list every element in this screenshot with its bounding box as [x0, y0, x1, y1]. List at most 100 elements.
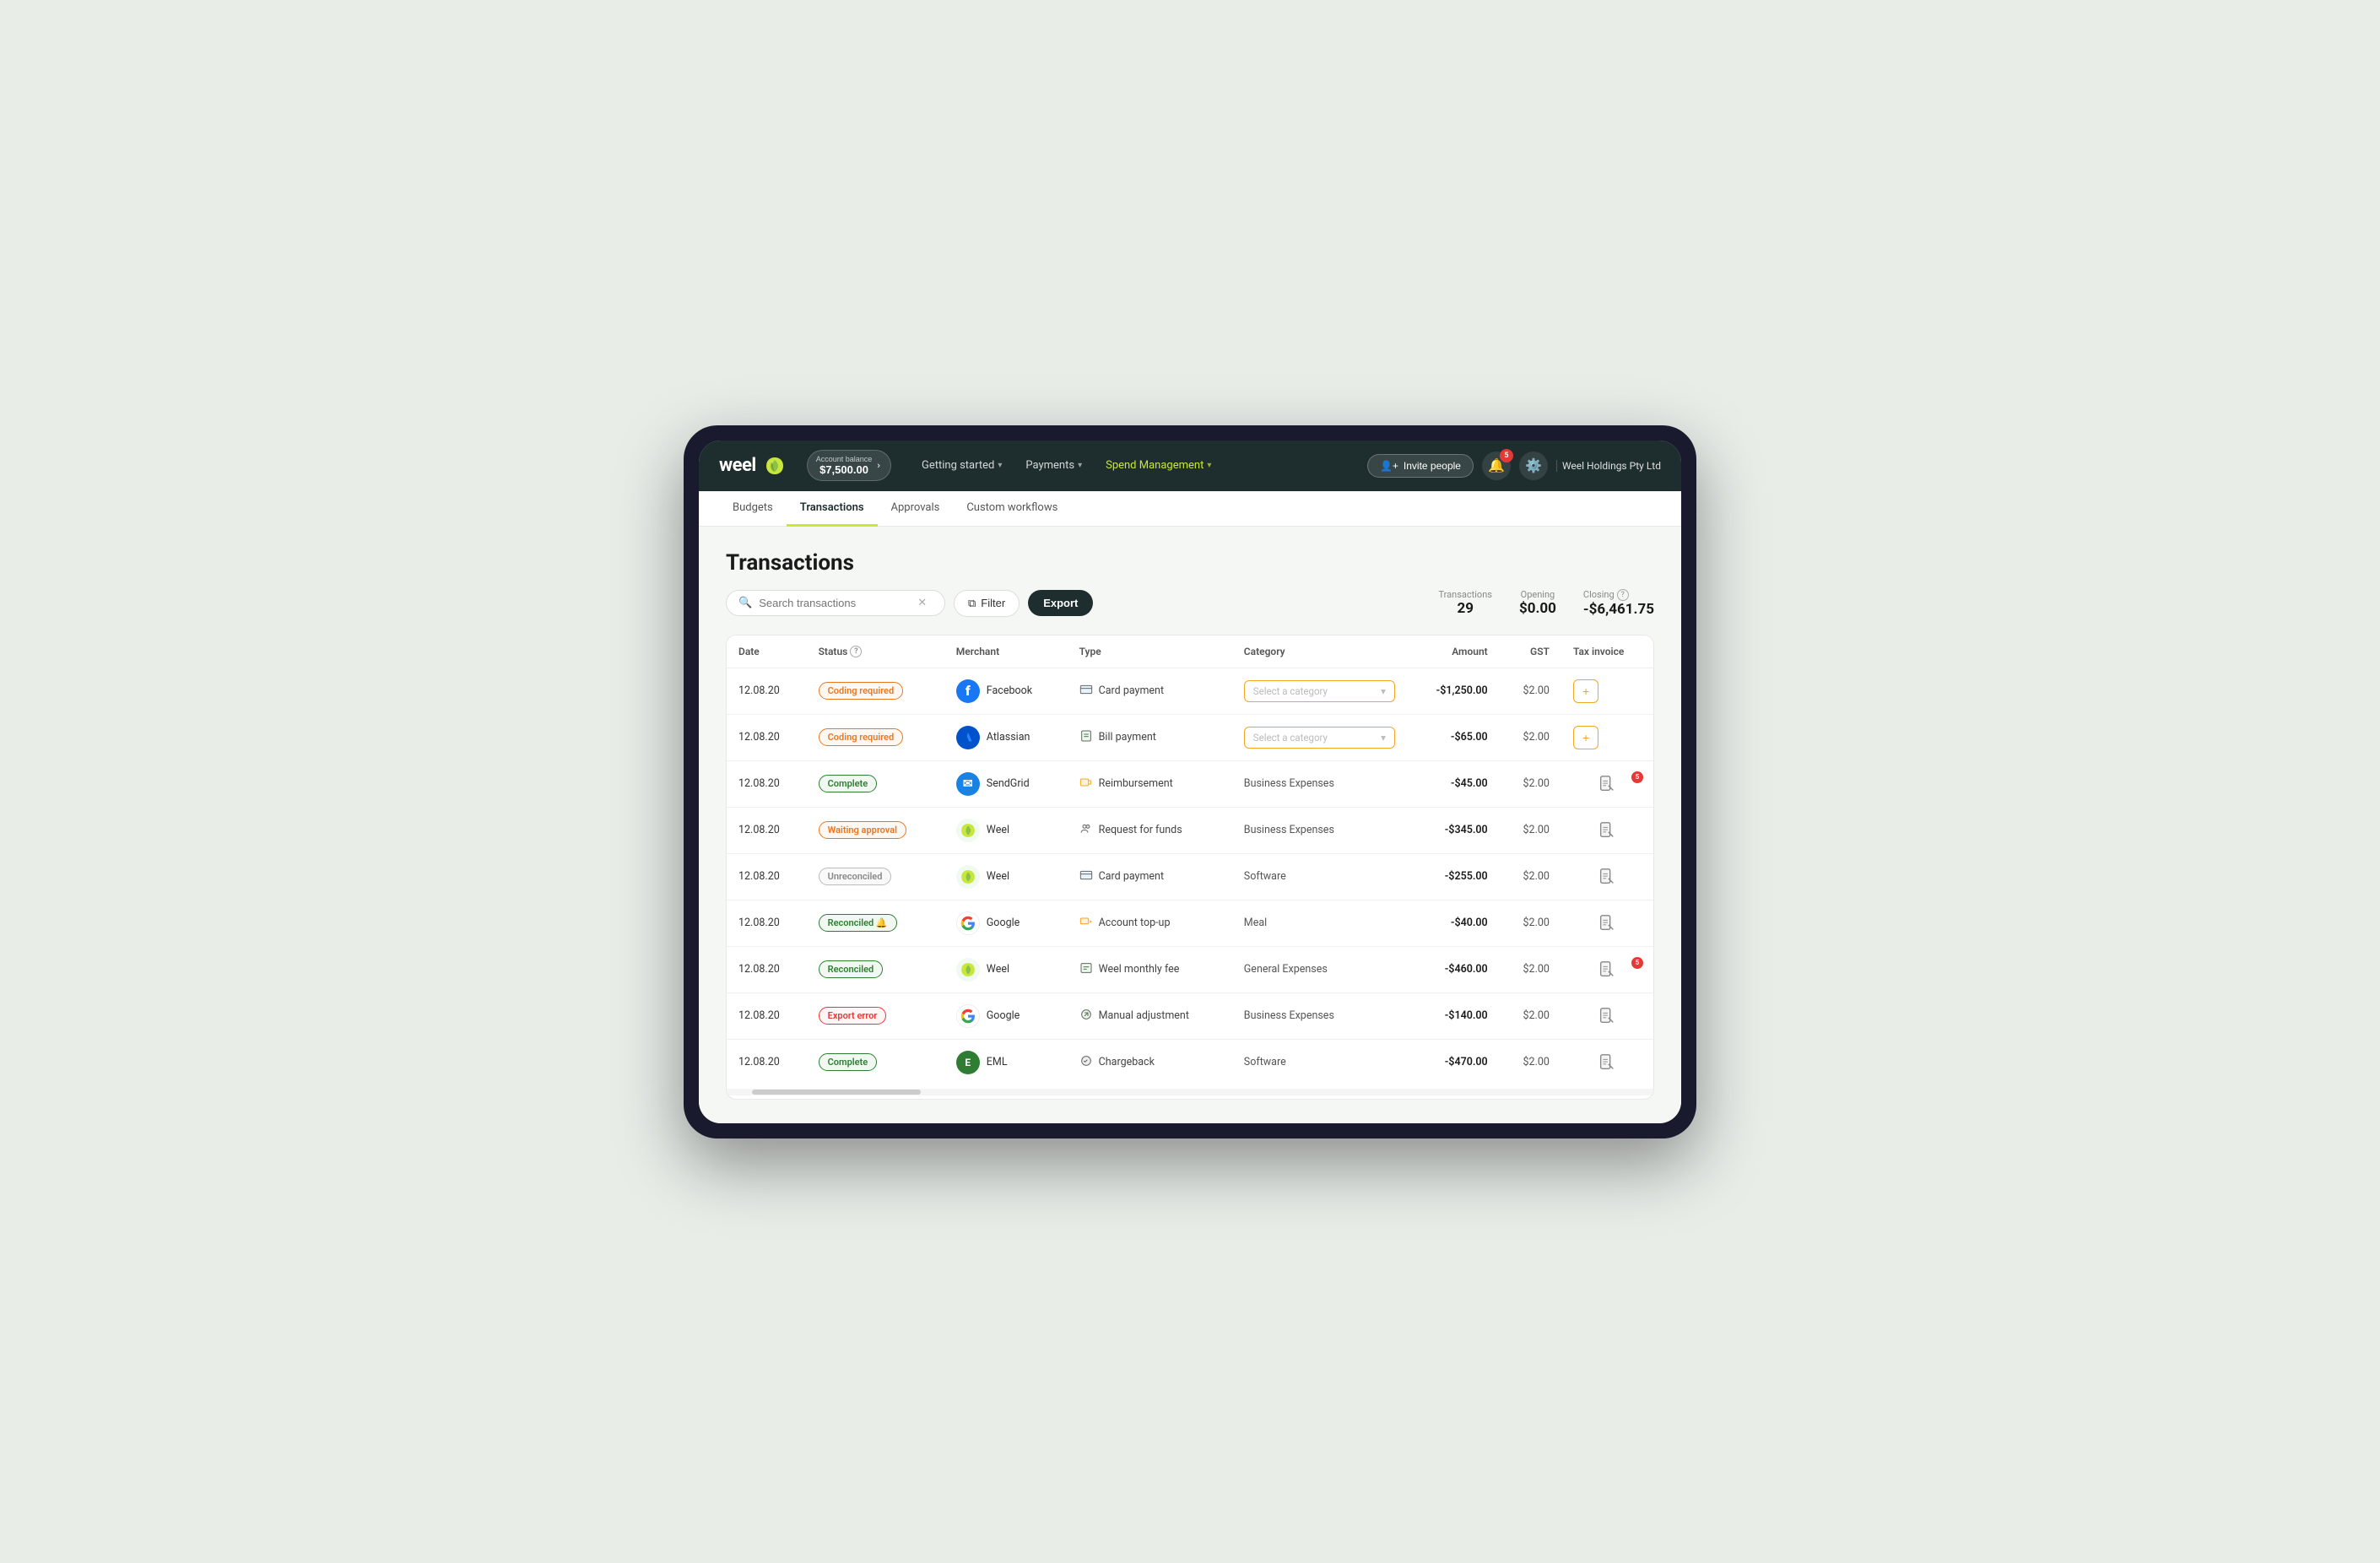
- chevron-down-icon: ▾: [998, 461, 1002, 470]
- status-cell: Complete: [807, 760, 944, 807]
- account-balance-button[interactable]: Account balance $7,500.00 ›: [807, 450, 891, 481]
- tax-invoice-cell[interactable]: 5: [1561, 760, 1653, 807]
- receipt-icon-cell[interactable]: [1573, 1007, 1642, 1025]
- tax-invoice-cell[interactable]: +: [1561, 668, 1653, 714]
- gst-cell: $2.00: [1500, 853, 1561, 900]
- invite-people-button[interactable]: 👤+ Invite people: [1367, 454, 1474, 478]
- search-box[interactable]: 🔍 ✕: [726, 590, 945, 616]
- status-help-icon[interactable]: ?: [850, 646, 862, 657]
- search-icon: 🔍: [738, 597, 752, 609]
- table-row: 12.08.20 Coding required Atlassian Bill …: [727, 714, 1653, 760]
- type-cell: Card payment: [1068, 853, 1232, 900]
- logo-text: weel: [719, 455, 756, 476]
- tax-invoice-cell[interactable]: [1561, 1039, 1653, 1085]
- type-label: Request for funds: [1099, 824, 1182, 836]
- amount-cell: -$1,250.00: [1407, 668, 1500, 714]
- category-cell[interactable]: Select a category ▾: [1232, 668, 1407, 714]
- merchant-name: SendGrid: [987, 777, 1030, 790]
- tab-approvals[interactable]: Approvals: [878, 491, 954, 527]
- tax-invoice-cell[interactable]: [1561, 900, 1653, 946]
- col-header-type: Type: [1068, 635, 1232, 668]
- table-row: 12.08.20 Complete ✉ SendGrid Reimburseme…: [727, 760, 1653, 807]
- receipt-badge: 5: [1631, 771, 1643, 783]
- status-badge: Complete: [819, 1053, 878, 1071]
- category-select-dropdown[interactable]: Select a category ▾: [1244, 680, 1395, 702]
- gst-cell: $2.00: [1500, 900, 1561, 946]
- merchant-name: Atlassian: [987, 731, 1030, 744]
- col-header-merchant: Merchant: [944, 635, 1068, 668]
- transactions-stat: Transactions 29: [1439, 589, 1492, 617]
- tax-invoice-cell[interactable]: +: [1561, 714, 1653, 760]
- type-cell: Request for funds: [1068, 807, 1232, 853]
- nav-link-getting-started[interactable]: Getting started ▾: [911, 454, 1012, 477]
- opening-stat: Opening $0.00: [1519, 589, 1556, 617]
- nav-right: 👤+ Invite people 🔔 5 ⚙️ Weel Holdings Pt…: [1367, 452, 1661, 480]
- receipt-icon-cell[interactable]: [1573, 1053, 1642, 1072]
- category-cell: Business Expenses: [1232, 760, 1407, 807]
- scrollbar-thumb[interactable]: [752, 1090, 921, 1095]
- receipt-icon-cell[interactable]: 5: [1573, 775, 1642, 793]
- merchant-cell: E EML: [944, 1039, 1068, 1085]
- merchant-cell: f Facebook: [944, 668, 1068, 714]
- nav-link-payments[interactable]: Payments ▾: [1015, 454, 1092, 477]
- top-nav: weel Account balance $7,500.00 › Getting…: [699, 441, 1681, 491]
- tax-invoice-cell[interactable]: 5: [1561, 946, 1653, 992]
- add-tax-invoice-button[interactable]: +: [1573, 726, 1598, 749]
- status-badge: Reconciled 🔔: [819, 914, 897, 932]
- type-cell: Reimbursement: [1068, 760, 1232, 807]
- table-row: 12.08.20 Reconciled Weel Weel monthly fe…: [727, 946, 1653, 992]
- chevron-down-icon: ▾: [1381, 685, 1386, 697]
- merchant-avatar: [956, 819, 980, 842]
- filter-button[interactable]: ⧉ Filter: [954, 590, 1020, 617]
- transactions-table: Date Status ? Merchant Type Category Amo…: [727, 635, 1653, 1085]
- merchant-avatar: f: [956, 679, 980, 703]
- receipt-icon-cell[interactable]: [1573, 868, 1642, 886]
- settings-button[interactable]: ⚙️: [1519, 452, 1548, 480]
- receipt-icon-cell[interactable]: 5: [1573, 960, 1642, 979]
- notifications-button[interactable]: 🔔 5: [1482, 452, 1511, 480]
- date-cell: 12.08.20: [727, 807, 807, 853]
- category-cell[interactable]: Select a category ▾: [1232, 714, 1407, 760]
- status-cell: Export error: [807, 992, 944, 1039]
- merchant-avatar: ✉: [956, 772, 980, 796]
- add-tax-invoice-button[interactable]: +: [1573, 679, 1598, 703]
- horizontal-scrollbar[interactable]: [727, 1089, 1653, 1095]
- export-button[interactable]: Export: [1028, 590, 1093, 616]
- col-header-tax-invoice: Tax invoice: [1561, 635, 1653, 668]
- receipt-icon-cell[interactable]: [1573, 914, 1642, 933]
- merchant-cell: Atlassian: [944, 714, 1068, 760]
- table-row: 12.08.20 Export error Google Manual adju…: [727, 992, 1653, 1039]
- main-content: Transactions 🔍 ✕ ⧉ Filter Export Transac…: [699, 527, 1681, 1123]
- gst-cell: $2.00: [1500, 807, 1561, 853]
- tab-custom-workflows[interactable]: Custom workflows: [953, 491, 1071, 527]
- nav-links: Getting started ▾ Payments ▾ Spend Manag…: [911, 454, 1354, 477]
- tax-invoice-cell[interactable]: [1561, 992, 1653, 1039]
- clear-search-button[interactable]: ✕: [917, 597, 927, 609]
- search-input[interactable]: [759, 597, 911, 609]
- category-select-dropdown[interactable]: Select a category ▾: [1244, 727, 1395, 749]
- merchant-name: Facebook: [987, 684, 1032, 697]
- status-cell: Unreconciled: [807, 853, 944, 900]
- gst-cell: $2.00: [1500, 992, 1561, 1039]
- device-frame: weel Account balance $7,500.00 › Getting…: [684, 425, 1696, 1138]
- amount-cell: -$65.00: [1407, 714, 1500, 760]
- status-badge: Reconciled: [819, 960, 884, 978]
- merchant-cell: ✉ SendGrid: [944, 760, 1068, 807]
- page-title: Transactions: [726, 550, 1654, 576]
- merchant-cell: Weel: [944, 946, 1068, 992]
- tax-invoice-cell[interactable]: [1561, 853, 1653, 900]
- tab-transactions[interactable]: Transactions: [787, 491, 878, 527]
- status-badge: Export error: [819, 1007, 887, 1025]
- receipt-icon-cell[interactable]: [1573, 821, 1642, 840]
- merchant-avatar: [956, 726, 980, 749]
- category-cell: Software: [1232, 853, 1407, 900]
- tab-budgets[interactable]: Budgets: [719, 491, 787, 527]
- closing-help-icon[interactable]: ?: [1617, 589, 1629, 601]
- tax-invoice-cell[interactable]: [1561, 807, 1653, 853]
- nav-link-spend-management[interactable]: Spend Management ▾: [1095, 454, 1221, 477]
- type-label: Account top-up: [1099, 917, 1171, 929]
- amount-cell: -$345.00: [1407, 807, 1500, 853]
- gst-cell: $2.00: [1500, 1039, 1561, 1085]
- table-row: 12.08.20 Complete E EML Chargeback Softw…: [727, 1039, 1653, 1085]
- status-badge: Unreconciled: [819, 868, 892, 885]
